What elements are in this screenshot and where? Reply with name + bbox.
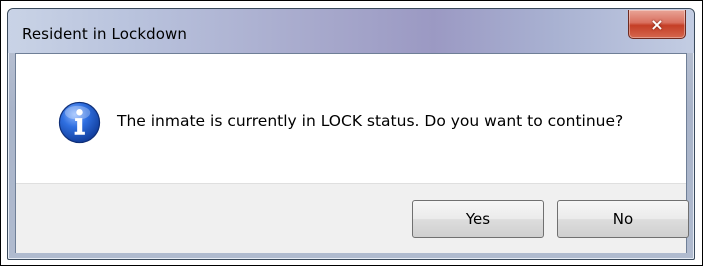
- dialog-client-area: The inmate is currently in LOCK status. …: [15, 53, 689, 253]
- yes-button[interactable]: Yes: [412, 200, 544, 238]
- message-dialog: Resident in Lockdown × The inmate is cur…: [7, 8, 695, 260]
- information-icon: [58, 101, 101, 144]
- screenshot-frame: Resident in Lockdown × The inmate is cur…: [0, 0, 703, 266]
- message-area: The inmate is currently in LOCK status. …: [16, 54, 686, 183]
- title-bar[interactable]: Resident in Lockdown ×: [8, 9, 694, 53]
- close-button[interactable]: ×: [628, 10, 686, 39]
- no-button[interactable]: No: [557, 200, 689, 238]
- message-text: The inmate is currently in LOCK status. …: [117, 112, 624, 130]
- close-icon: ×: [650, 15, 664, 34]
- window-title: Resident in Lockdown: [22, 25, 187, 43]
- button-bar: Yes No: [16, 183, 689, 253]
